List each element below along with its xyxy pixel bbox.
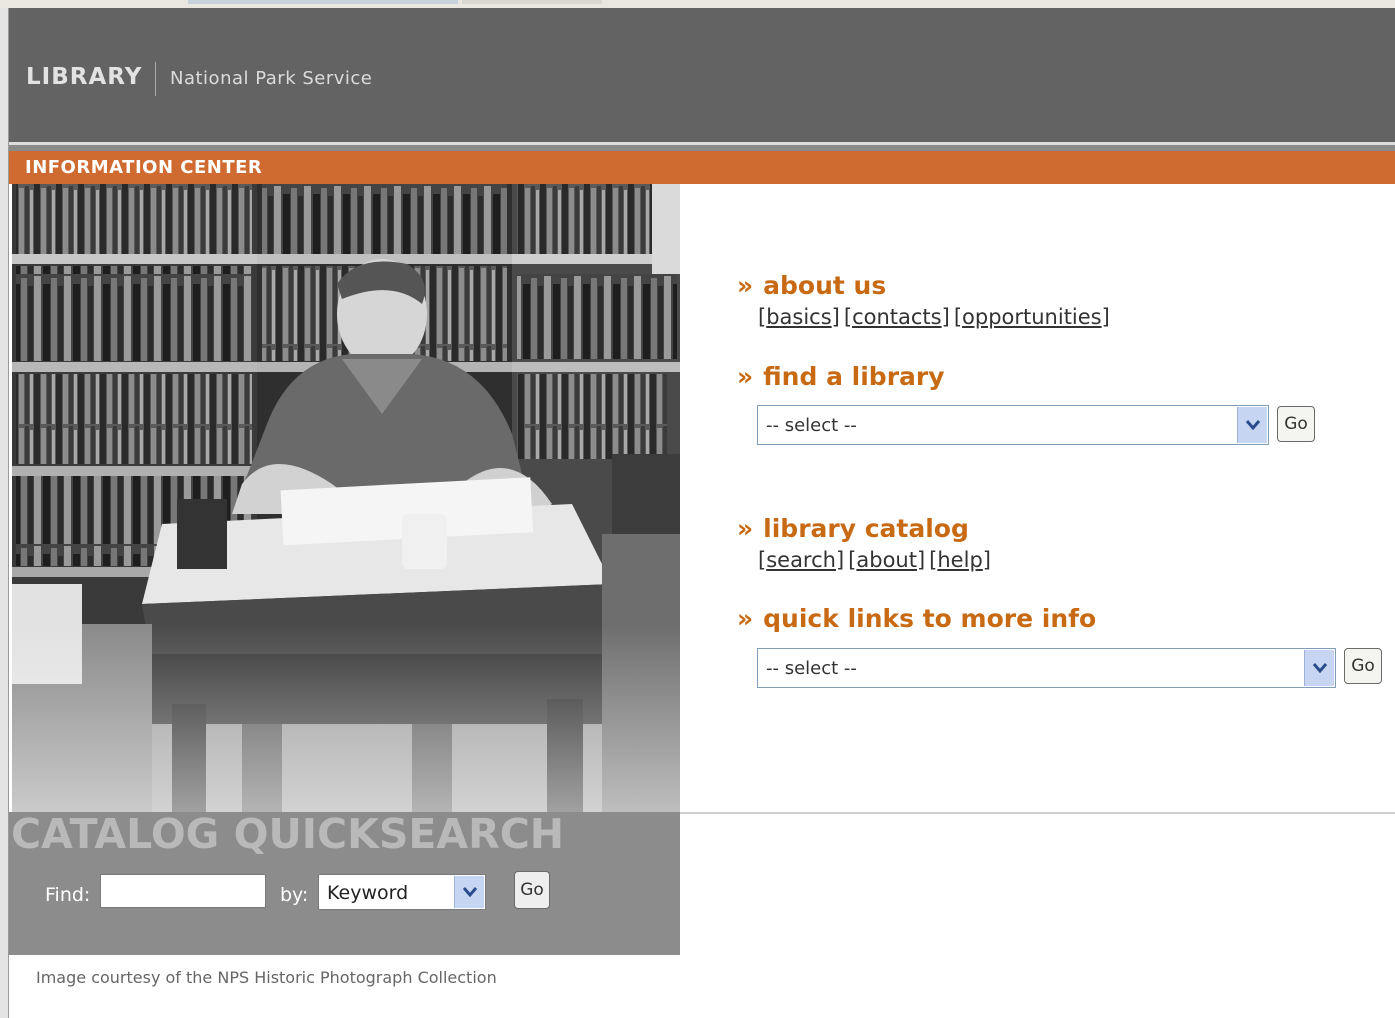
window-left-edge bbox=[0, 8, 9, 1018]
library-catalog-title: library catalog bbox=[763, 514, 969, 543]
content-divider bbox=[680, 812, 1395, 814]
find-library-select[interactable]: -- select -- bbox=[757, 405, 1269, 445]
link-contacts[interactable]: [contacts] bbox=[844, 305, 950, 329]
quick-links-heading[interactable]: » quick links to more info bbox=[737, 604, 1096, 633]
banner-label: INFORMATION CENTER bbox=[25, 157, 263, 178]
quicksearch-title: CATALOG QUICKSEARCH bbox=[11, 810, 565, 858]
raquo-icon: » bbox=[737, 271, 754, 300]
link-opportunities[interactable]: [opportunities] bbox=[954, 305, 1110, 329]
catalog-quicksearch-panel: CATALOG QUICKSEARCH Find: by: Keyword Go bbox=[9, 810, 680, 955]
site-title[interactable]: LIBRARY bbox=[26, 64, 142, 90]
raquo-icon: » bbox=[737, 514, 754, 543]
quicksearch-go-button[interactable]: Go bbox=[514, 871, 550, 909]
find-library-heading[interactable]: » find a library bbox=[737, 362, 945, 391]
browser-tab-hint bbox=[188, 0, 458, 4]
by-label: by: bbox=[280, 884, 309, 906]
library-photo bbox=[12, 184, 680, 812]
browser-tab-hint bbox=[462, 0, 602, 4]
find-library-title: find a library bbox=[763, 362, 945, 391]
find-library-go-button[interactable]: Go bbox=[1277, 406, 1315, 442]
browser-top-strip bbox=[0, 0, 1395, 8]
logo-divider bbox=[155, 62, 156, 96]
site-header: LIBRARY National Park Service bbox=[9, 8, 1395, 142]
library-catalog-heading[interactable]: » library catalog bbox=[737, 514, 969, 543]
find-label: Find: bbox=[45, 884, 91, 906]
about-us-links: [basics] [contacts] [opportunities] bbox=[758, 305, 1114, 329]
quick-links-select[interactable]: -- select -- bbox=[757, 648, 1336, 688]
raquo-icon: » bbox=[737, 362, 754, 391]
quick-links-select-value: -- select -- bbox=[766, 658, 857, 679]
library-catalog-links: [search] [about] [help] bbox=[758, 548, 995, 572]
section-banner: INFORMATION CENTER bbox=[9, 151, 1395, 184]
site-subtitle[interactable]: National Park Service bbox=[170, 68, 372, 89]
chevron-down-icon[interactable] bbox=[1304, 650, 1334, 686]
chevron-down-icon[interactable] bbox=[1237, 407, 1267, 443]
link-search[interactable]: [search] bbox=[758, 548, 844, 572]
search-field-value: Keyword bbox=[327, 882, 409, 904]
quick-links-go-button[interactable]: Go bbox=[1344, 648, 1382, 684]
about-us-title: about us bbox=[763, 271, 887, 300]
photo-credit: Image courtesy of the NPS Historic Photo… bbox=[36, 968, 497, 987]
link-help[interactable]: [help] bbox=[929, 548, 991, 572]
quicksearch-find-input[interactable] bbox=[100, 874, 266, 908]
link-basics[interactable]: [basics] bbox=[758, 305, 840, 329]
link-about[interactable]: [about] bbox=[848, 548, 925, 572]
search-field-select[interactable]: Keyword bbox=[318, 874, 486, 910]
raquo-icon: » bbox=[737, 604, 754, 633]
find-library-select-value: -- select -- bbox=[766, 415, 857, 436]
chevron-down-icon[interactable] bbox=[454, 876, 484, 908]
about-us-heading[interactable]: » about us bbox=[737, 271, 886, 300]
quick-links-title: quick links to more info bbox=[763, 604, 1097, 633]
